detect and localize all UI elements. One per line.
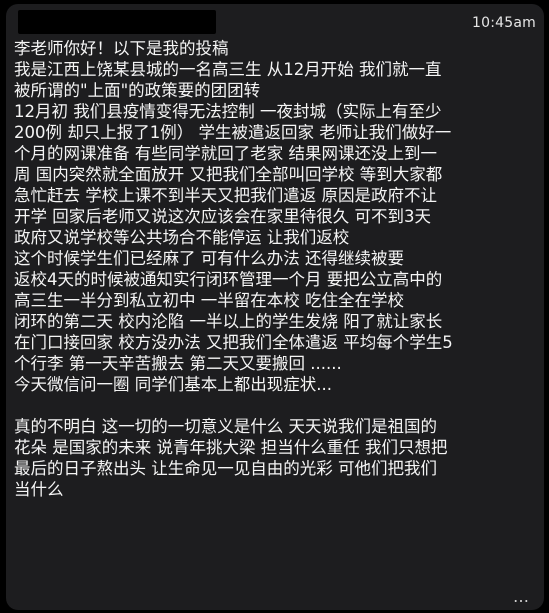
message-line: 我是江西上饶某县城的一名高三生 从12月开始 我们就一直 xyxy=(14,60,442,79)
more-horizontal-icon[interactable]: … xyxy=(513,587,530,606)
message-line: 这个时候学生们已经麻了 可有什么办法 还得继续被要 xyxy=(14,249,404,268)
message-line: 最后的日子熬出头 让生命见一见自由的光彩 可他们把我们 xyxy=(14,459,437,478)
message-line-blank xyxy=(14,395,544,416)
message-bubble[interactable]: 10:45am 李老师你好！以下是我的投稿 我是江西上饶某县城的一名高三生 从1… xyxy=(6,4,544,610)
message-line: 高三生一半分到私立初中 一半留在本校 吃住全在学校 xyxy=(14,291,404,310)
message-line: 返校4天的时候被通知实行闭环管理一个月 要把公立高中的 xyxy=(14,270,443,289)
message-line: 花朵 是国家的未来 说青年挑大梁 担当什么重任 我们只想把 xyxy=(14,438,448,457)
message-line: 真的不明白 这一切的一切意义是什么 天天说我们是祖国的 xyxy=(14,417,437,436)
message-line: 个行李 第一天辛苦搬去 第二天又要搬回 ...... xyxy=(14,354,342,373)
message-line: 周 国内突然就全面放开 又把我们全部叫回学校 等到大家都 xyxy=(14,165,443,184)
message-line: 被所谓的"上面"的政策要的团团转 xyxy=(14,81,261,100)
message-line: 在门口接回家 校方没办法 又把我们全体遣返 平均每个学生5 xyxy=(14,333,453,352)
message-line: 当什么 xyxy=(14,480,64,499)
message-line: 李老师你好！以下是我的投稿 xyxy=(14,39,229,58)
message-timestamp: 10:45am xyxy=(472,15,536,31)
sender-name-redacted xyxy=(18,10,216,34)
message-line: 政府又说学校等公共场合不能停运 让我们返校 xyxy=(14,228,350,247)
message-line: 急忙赶去 学校上课不到半天又把我们遣返 原因是政府不让 xyxy=(14,186,437,205)
message-line: 个月的网课准备 有些同学就回了老家 结果网课还没上到一 xyxy=(14,144,437,163)
message-line: 闭环的第二天 校内沦陷 一半以上的学生发烧 阳了就让家长 xyxy=(14,312,443,331)
message-line: 今天微信问一圈 同学们基本上都出现症状... xyxy=(14,375,332,394)
message-line: 12月初 我们县疫情变得无法控制 一夜封城（实际上有至少 xyxy=(14,102,442,121)
message-line: 开学 回家后老师又说这次应该会在家里待很久 可不到3天 xyxy=(14,207,431,226)
message-text: 李老师你好！以下是我的投稿 我是江西上饶某县城的一名高三生 从12月开始 我们就… xyxy=(14,38,544,500)
message-line: 200例 却只上报了1例） 学生被遣返回家 老师让我们做好一 xyxy=(14,123,452,142)
chat-view: 10:45am 李老师你好！以下是我的投稿 我是江西上饶某县城的一名高三生 从1… xyxy=(0,0,549,613)
